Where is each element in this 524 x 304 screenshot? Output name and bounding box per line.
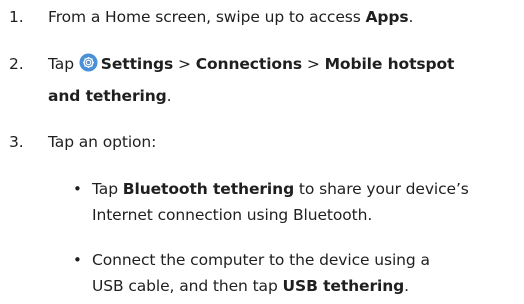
option-1-rest: to share your device’s [294, 180, 469, 198]
step-1-text: From a Home screen, swipe up to access A… [48, 6, 413, 28]
option-2-suffix: . [404, 277, 409, 295]
step-1-prefix: From a Home screen, swipe up to access [48, 8, 366, 26]
option-1-line-1: Tap Bluetooth tethering to share your de… [92, 178, 469, 200]
usb-tethering-label: USB tethering [282, 277, 405, 295]
step-2-suffix: . [166, 87, 172, 105]
bullet-1: • [73, 180, 82, 198]
step-number-3: 3. [9, 133, 24, 151]
step-2-tap: Tap [48, 55, 74, 73]
bullet-2: • [73, 251, 82, 269]
option-2-line-2: USB cable, and then tap USB tethering. [92, 275, 409, 297]
option-1-line-2: Internet connection using Bluetooth. [92, 206, 373, 224]
step-number-2: 2. [9, 55, 24, 73]
mobile-hotspot-label: Mobile hotspot [324, 55, 455, 73]
settings-gear-icon [79, 53, 98, 72]
step-number-1: 1. [9, 8, 24, 26]
step-1-suffix: . [408, 8, 414, 26]
settings-label: Settings [100, 55, 174, 73]
tethering-label: and tethering [48, 87, 167, 105]
step-2-text-line-2: and tethering. [48, 85, 172, 107]
bluetooth-tethering-label: Bluetooth tethering [122, 180, 295, 198]
option-2-line-1: Connect the computer to the device using… [92, 251, 430, 269]
connections-label: Connections [195, 55, 303, 73]
option-1-tap: Tap [92, 180, 123, 198]
step-2-text: Tap Settings > Connections > Mobile hots… [48, 53, 454, 75]
apps-label: Apps [365, 8, 409, 26]
breadcrumb-separator-1: > [177, 55, 191, 73]
option-2-prefix: USB cable, and then tap [92, 277, 283, 295]
step-3-text: Tap an option: [48, 133, 157, 151]
breadcrumb-separator-2: > [306, 55, 320, 73]
